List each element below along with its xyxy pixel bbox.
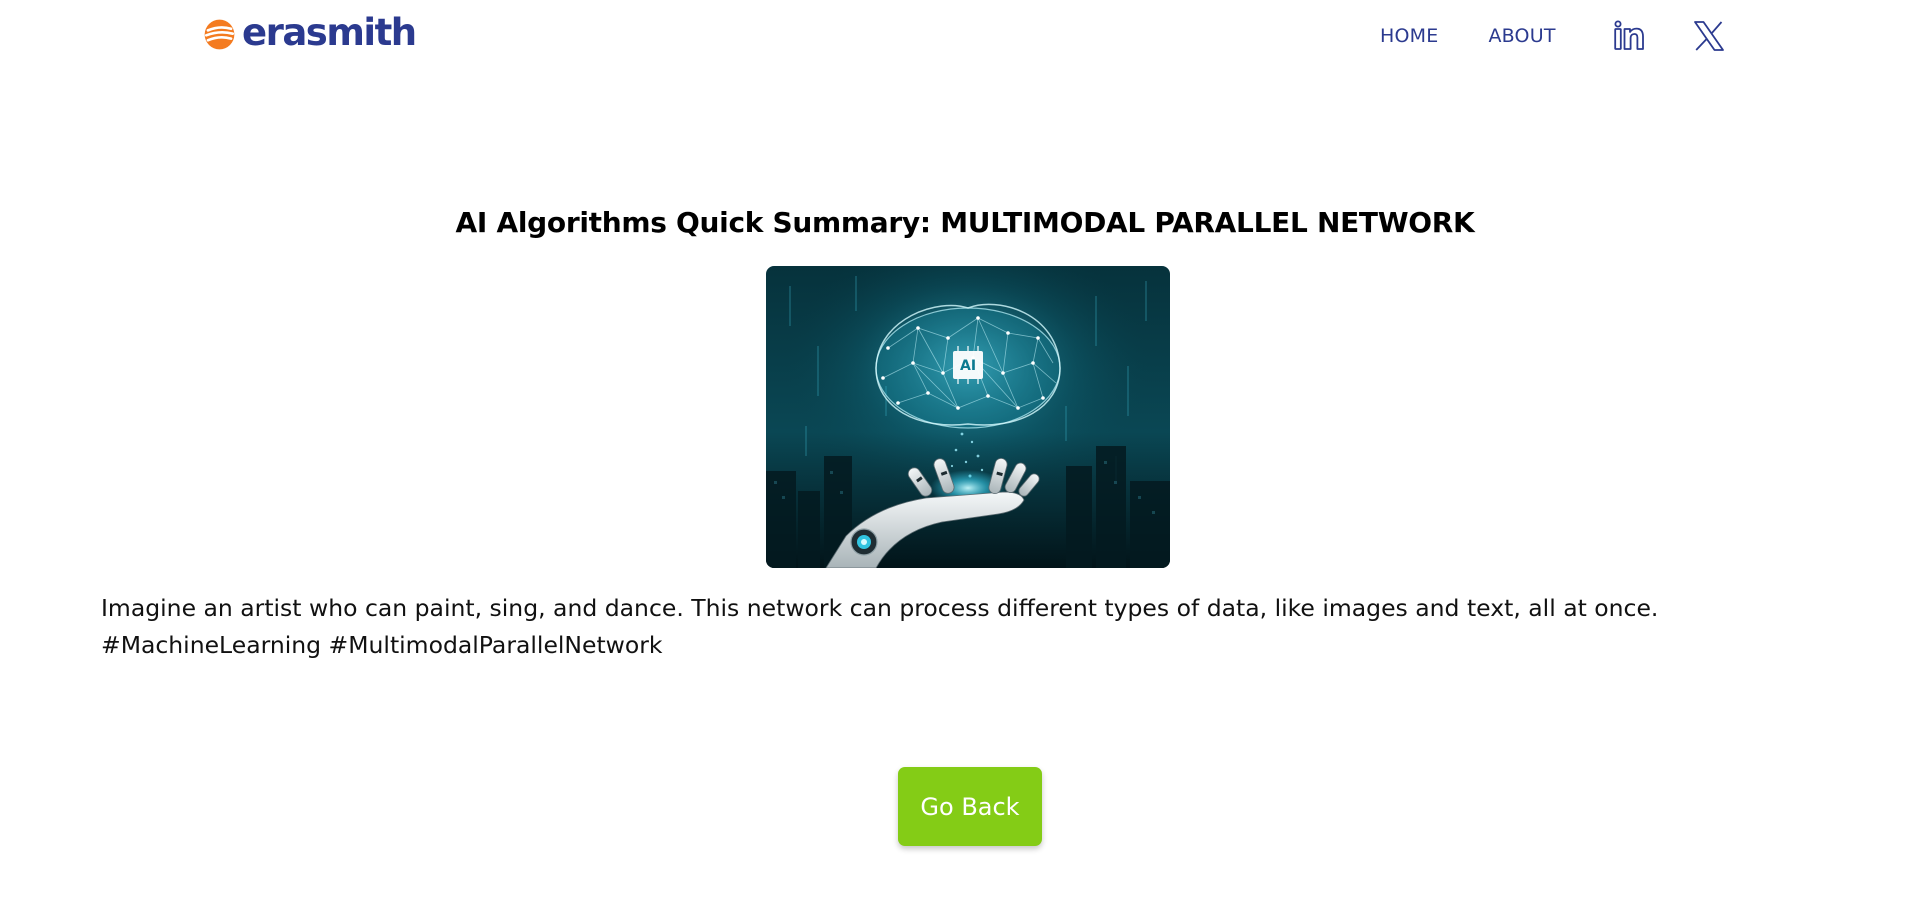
main-nav: HOME ABOUT — [1380, 14, 1772, 58]
ai-brain-robot-hand-illustration: AI — [766, 266, 1170, 568]
go-back-button[interactable]: Go Back — [898, 767, 1042, 846]
x-twitter-icon[interactable] — [1692, 19, 1726, 53]
hero-badge-text: AI — [960, 358, 976, 374]
hashtags: #MachineLearning #MultimodalParallelNetw… — [101, 631, 663, 659]
erasmith-logo-icon — [204, 19, 235, 49]
brand-logo[interactable]: erasmith — [203, 10, 417, 56]
linkedin-icon[interactable] — [1612, 19, 1646, 53]
nav-home-link[interactable]: HOME — [1380, 25, 1438, 47]
page: erasmith HOME ABOUT AI Algorithms Quick … — [0, 0, 1920, 902]
article-description: Imagine an artist who can paint, sing, a… — [101, 590, 1821, 664]
article-title: AI Algorithms Quick Summary: MULTIMODAL … — [455, 206, 1475, 239]
nav-about-link[interactable]: ABOUT — [1488, 25, 1555, 47]
site-header: erasmith HOME ABOUT — [0, 0, 1920, 72]
brand-name: erasmith — [242, 10, 417, 54]
description-text: Imagine an artist who can paint, sing, a… — [101, 594, 1659, 622]
